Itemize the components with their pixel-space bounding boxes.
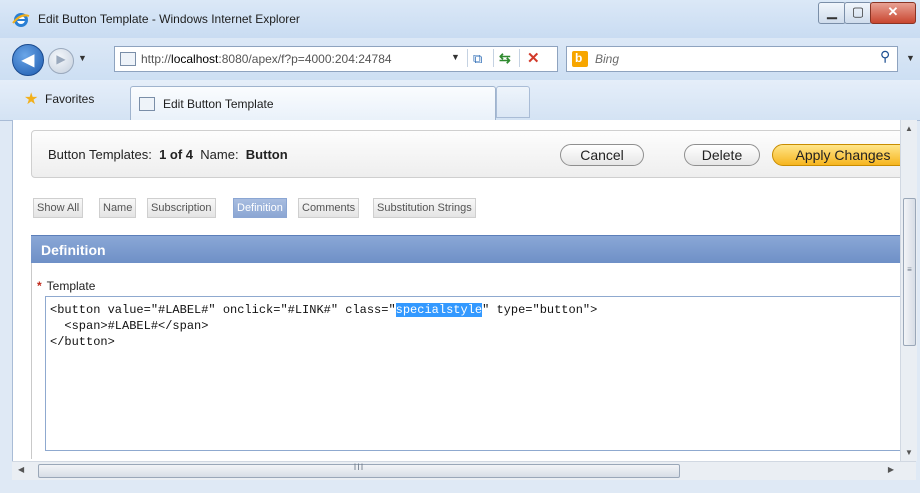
code-line: <span>#LABEL#</span>	[50, 319, 209, 333]
scroll-grip-text: III	[353, 462, 365, 472]
template-info: Button Templates: 1 of 4 Name: Button	[48, 147, 288, 162]
search-icon[interactable]: ⚲	[880, 48, 890, 65]
title-bar: Edit Button Template - Windows Internet …	[0, 0, 920, 38]
horizontal-scroll-thumb[interactable]: III	[38, 462, 680, 478]
page-icon	[120, 52, 136, 66]
url-prefix: http://	[141, 52, 172, 66]
header-name-label: Name:	[200, 147, 239, 162]
required-marker: *	[37, 279, 42, 293]
navigation-bar: ◀ ▶ ▼ http://localhost:8080/apex/f?p=400…	[0, 38, 920, 80]
subtab-substitution-strings[interactable]: Substitution Strings	[373, 198, 476, 218]
address-divider	[493, 49, 494, 67]
horizontal-scrollbar[interactable]: ◀ III ▶	[12, 461, 916, 480]
scroll-right-icon[interactable]: ▶	[888, 465, 894, 474]
star-icon: ★	[24, 91, 39, 108]
status-bar	[0, 480, 920, 493]
scroll-up-icon[interactable]: ▲	[901, 124, 917, 133]
url-rest: :8080/apex/f?p=4000:204:24784	[218, 52, 392, 66]
browser-tab-active[interactable]: Edit Button Template	[130, 86, 496, 121]
apply-changes-button[interactable]: Apply Changes	[772, 144, 901, 166]
vertical-scroll-thumb[interactable]: ≡	[903, 198, 916, 346]
window-title: Edit Button Template - Windows Internet …	[38, 12, 300, 26]
forward-button[interactable]: ▶	[48, 48, 74, 74]
maximize-icon: ▢	[851, 4, 865, 19]
code-line: <button value="#LABEL#" onclick="#LINK#"…	[50, 303, 597, 317]
header-name-value: Button	[245, 147, 288, 162]
selected-text: specialstyle	[395, 303, 483, 317]
code-line: </button>	[50, 335, 115, 349]
region-title: Definition	[41, 242, 106, 258]
refresh-icon[interactable]: ⇆	[499, 50, 511, 67]
address-divider	[467, 49, 468, 67]
scroll-left-icon[interactable]: ◀	[18, 465, 24, 474]
history-dropdown-icon[interactable]: ▼	[78, 53, 87, 63]
minimize-button[interactable]: ▁	[818, 2, 846, 24]
browser-tab-label: Edit Button Template	[163, 97, 274, 111]
search-dropdown-icon[interactable]: ▼	[906, 53, 915, 63]
favorites-label: Favorites	[45, 92, 95, 106]
ie-logo-icon	[12, 13, 30, 27]
template-field-label: * Template	[37, 279, 95, 293]
definition-region-header: Definition	[31, 235, 901, 264]
subtab-show-all[interactable]: Show All	[33, 198, 84, 218]
page-viewport: Button Templates: 1 of 4 Name: Button Ca…	[12, 120, 901, 461]
scroll-grip-icon: ≡	[907, 265, 912, 274]
search-box[interactable]: b Bing	[566, 46, 898, 72]
template-header-panel: Button Templates: 1 of 4 Name: Button Ca…	[31, 130, 901, 178]
compatibility-view-icon[interactable]: ⧉	[473, 51, 482, 67]
close-window-button[interactable]: ✕	[870, 2, 916, 24]
address-bar[interactable]: http://localhost:8080/apex/f?p=4000:204:…	[114, 46, 558, 72]
page-icon	[139, 97, 155, 111]
url-host: localhost	[171, 52, 219, 66]
code-line-1-after: " type="button">	[482, 303, 598, 317]
code-line-1-before: <button value="#LABEL#" onclick="#LINK#"…	[50, 303, 396, 317]
header-count: 1 of 4	[159, 147, 194, 162]
header-prefix: Button Templates:	[48, 147, 152, 162]
close-icon: ✕	[887, 4, 899, 19]
template-textarea[interactable]: <button value="#LABEL#" onclick="#LINK#"…	[45, 296, 901, 451]
favorites-bar: ★ Favorites Edit Button Template	[0, 80, 920, 121]
template-label-text: Template	[46, 279, 96, 293]
scroll-down-icon[interactable]: ▼	[901, 448, 917, 457]
url-text[interactable]: http://localhost:8080/apex/f?p=4000:204:…	[141, 52, 467, 66]
bing-logo-icon: b	[572, 51, 588, 67]
address-dropdown-icon[interactable]: ▼	[451, 52, 460, 62]
forward-arrow-icon: ▶	[56, 52, 66, 66]
maximize-button[interactable]: ▢	[844, 2, 872, 24]
cancel-button[interactable]: Cancel	[560, 144, 644, 166]
search-placeholder: Bing	[595, 52, 620, 66]
stop-icon[interactable]: ✕	[527, 49, 540, 67]
back-arrow-icon: ◀	[21, 52, 35, 69]
subtab-name[interactable]: Name	[99, 198, 137, 218]
new-tab-button[interactable]	[496, 86, 530, 118]
minimize-icon: ▁	[827, 4, 837, 19]
subtab-comments[interactable]: Comments	[298, 198, 360, 218]
delete-button[interactable]: Delete	[684, 144, 760, 166]
back-button[interactable]: ◀	[12, 44, 44, 76]
subtab-subscription[interactable]: Subscription	[147, 198, 216, 218]
subtab-definition[interactable]: Definition	[233, 198, 287, 218]
vertical-scrollbar[interactable]: ▲ ≡ ▼	[900, 120, 917, 461]
address-divider	[519, 49, 520, 67]
